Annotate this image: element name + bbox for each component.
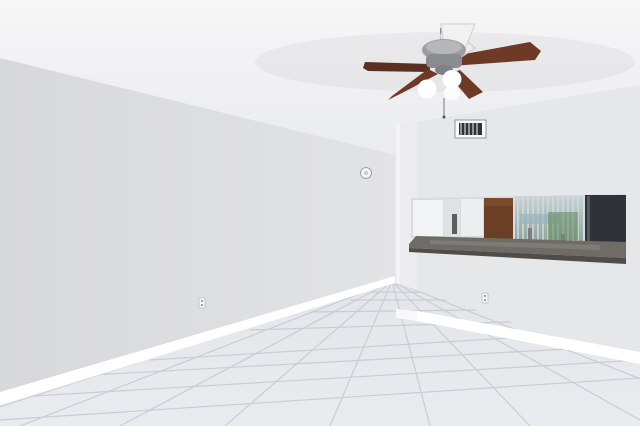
fan-light-bulb [442,70,462,88]
kitchen-pass-through [411,194,626,244]
room-illustration [0,0,640,426]
room-photo [0,0,640,426]
smoke-detector-icon [360,167,372,179]
electrical-outlet-icon [198,297,206,309]
refrigerator [585,195,626,243]
air-vent-icon [454,119,487,139]
electrical-outlet-icon [481,292,489,304]
